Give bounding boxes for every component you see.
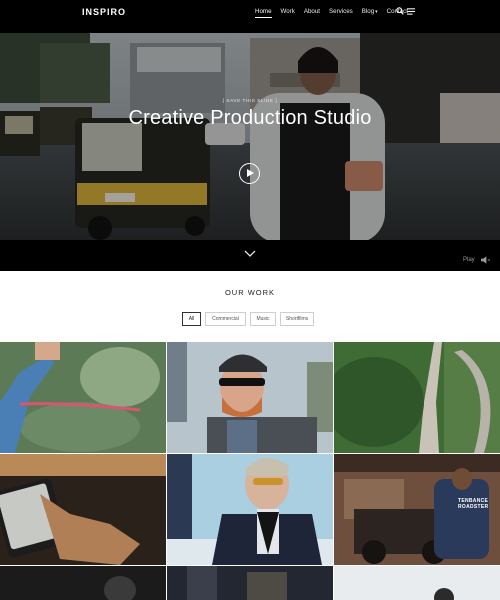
filter-all[interactable]: All xyxy=(182,312,201,326)
play-video-button[interactable] xyxy=(239,163,260,184)
portfolio-thumbnail xyxy=(167,342,333,453)
portfolio-item[interactable] xyxy=(334,342,500,453)
play-label[interactable]: Play xyxy=(463,257,475,263)
hero-background-image xyxy=(0,33,500,271)
portfolio-thumbnail xyxy=(334,342,500,453)
search-icon[interactable] xyxy=(396,7,404,15)
filter-shortfilms[interactable]: Shortfilms xyxy=(280,312,314,326)
portfolio-item[interactable]: TENBANCE ROADSTER xyxy=(334,454,500,565)
site-logo[interactable]: INSPIRO xyxy=(82,7,126,17)
portfolio-item[interactable] xyxy=(0,342,166,453)
nav-blog-label: Blog xyxy=(361,8,375,15)
site-header: INSPIRO Home Work About Services Blog▾ C… xyxy=(0,0,500,33)
chevron-down-icon[interactable] xyxy=(244,250,256,258)
portfolio-item[interactable] xyxy=(0,566,166,600)
nav-home[interactable]: Home xyxy=(255,8,272,18)
portfolio-item[interactable] xyxy=(167,566,333,600)
portfolio-grid: TENBANCE ROADSTER xyxy=(0,342,500,600)
nav-about[interactable]: About xyxy=(304,8,320,15)
main-nav: Home Work About Services Blog▾ Contact xyxy=(255,8,417,18)
portfolio-thumbnail xyxy=(167,454,333,565)
portfolio-item[interactable] xyxy=(334,566,500,600)
portfolio-thumbnail xyxy=(334,566,500,600)
portfolio-item[interactable] xyxy=(0,454,166,565)
nav-services[interactable]: Services xyxy=(329,8,353,15)
play-icon xyxy=(247,169,254,177)
hamburger-menu-icon[interactable] xyxy=(407,8,415,15)
nav-blog[interactable]: Blog▾ xyxy=(362,8,378,15)
hero-video: [ SAVE THIS SLIDE ] Creative Production … xyxy=(0,33,500,271)
filter-music[interactable]: Music xyxy=(250,312,276,326)
portfolio-item[interactable] xyxy=(167,342,333,453)
filter-commercial[interactable]: Commercial xyxy=(205,312,246,326)
hero-title: Creative Production Studio xyxy=(128,107,372,129)
work-filters: All Commercial Music Shortfilms xyxy=(182,312,314,326)
tile-caption: TENBANCE ROADSTER xyxy=(458,498,488,510)
portfolio-thumbnail xyxy=(167,566,333,600)
hero-eyebrow: [ SAVE THIS SLIDE ] xyxy=(222,98,278,103)
section-title-our-work: OUR WORK xyxy=(224,288,276,297)
tile-caption-line2: ROADSTER xyxy=(458,504,489,510)
portfolio-thumbnail xyxy=(0,566,166,600)
portfolio-thumbnail xyxy=(0,454,166,565)
chevron-down-icon: ▾ xyxy=(375,9,378,15)
portfolio-item[interactable] xyxy=(167,454,333,565)
volume-icon[interactable] xyxy=(481,256,490,264)
portfolio-thumbnail xyxy=(0,342,166,453)
nav-work[interactable]: Work xyxy=(281,8,295,15)
